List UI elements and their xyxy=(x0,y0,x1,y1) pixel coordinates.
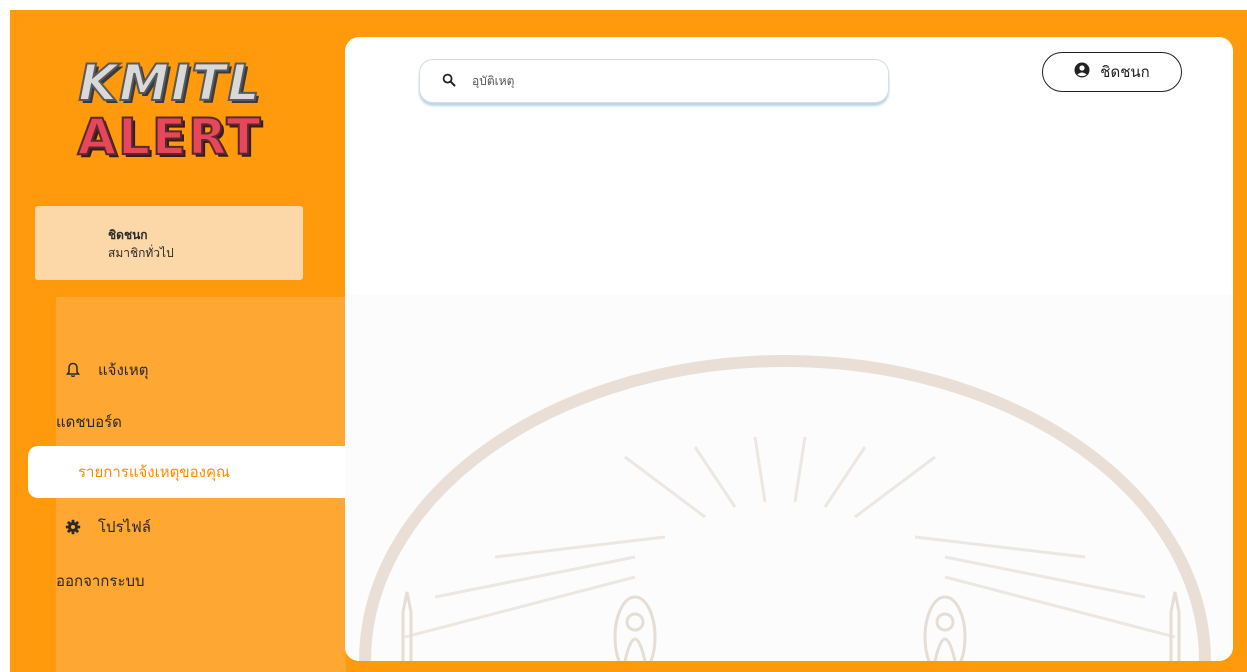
nav-item-logout[interactable]: ออกจากระบบ xyxy=(56,569,145,593)
nav-item-dashboard[interactable]: แดชบอร์ด xyxy=(56,410,122,434)
search-bar[interactable] xyxy=(419,59,889,103)
bell-icon xyxy=(64,361,82,379)
user-menu-button[interactable]: ชิดชนก xyxy=(1042,52,1182,92)
app-logo: KMITL ALERT xyxy=(65,53,275,176)
nav-label-my-reports: รายการแจ้งเหตุของคุณ xyxy=(78,463,230,481)
nav-label-dashboard: แดชบอร์ด xyxy=(56,413,122,431)
nav-label-profile: โปรไฟล์ xyxy=(98,518,151,536)
user-name: ชิดชนก xyxy=(108,228,148,242)
nav-item-report[interactable]: แจ้งเหตุ xyxy=(64,358,149,382)
user-role: สมาชิกทั่วไป xyxy=(108,246,174,260)
nav-label-report: แจ้งเหตุ xyxy=(98,361,149,379)
search-icon xyxy=(442,72,456,91)
logo-line-2: ALERT xyxy=(76,107,263,167)
user-button-label: ชิดชนก xyxy=(1100,63,1150,81)
app-frame: KMITL ALERT ชิดชนก สมาชิกทั่วไป แจ้งเหตุ… xyxy=(10,10,1247,672)
logo-line-1: KMITL xyxy=(77,53,262,113)
main-content: ชิดชนก xyxy=(345,37,1233,661)
user-circle-icon xyxy=(1074,62,1090,82)
gear-icon xyxy=(64,518,82,536)
nav-label-logout: ออกจากระบบ xyxy=(56,572,145,590)
search-input[interactable] xyxy=(472,74,852,88)
university-emblem-watermark xyxy=(359,355,1211,661)
nav-item-profile[interactable]: โปรไฟล์ xyxy=(64,515,151,539)
nav-item-my-reports[interactable]: รายการแจ้งเหตุของคุณ xyxy=(28,446,358,498)
user-card: ชิดชนก สมาชิกทั่วไป xyxy=(35,206,303,280)
